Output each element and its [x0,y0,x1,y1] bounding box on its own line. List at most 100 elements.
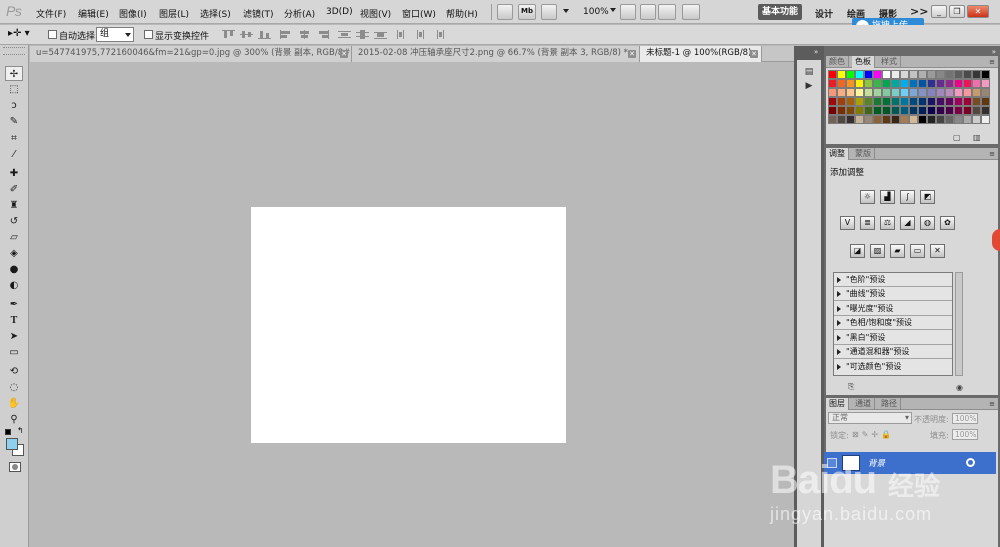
color-swatch[interactable] [918,97,927,106]
preset-item[interactable]: "可选颜色"预设 [834,360,952,374]
view-extras-button[interactable] [541,4,557,20]
color-swatch[interactable] [837,79,846,88]
distribute-right-icon[interactable] [432,30,445,39]
align-top-icon[interactable] [222,30,235,39]
align-hcenter-icon[interactable] [298,30,311,39]
color-swatch[interactable] [864,106,873,115]
menu-file[interactable]: 文件(F) [36,7,66,20]
color-swatch[interactable] [936,97,945,106]
color-swatch[interactable] [900,106,909,115]
panel-menu-icon[interactable]: ≡ [989,400,995,408]
move-tool-icon[interactable]: ✢ [5,66,23,81]
menu-filter[interactable]: 滤镜(T) [243,7,274,20]
color-swatch[interactable] [918,88,927,97]
color-swatch[interactable] [900,115,909,124]
color-swatch[interactable] [855,97,864,106]
color-swatch[interactable] [936,115,945,124]
preset-list-scrollbar[interactable] [955,272,963,376]
color-swatch[interactable] [882,115,891,124]
return-to-list-icon[interactable]: ⎘ [848,382,854,392]
doc-tab[interactable]: 2015-02-08 冲压轴承座尺寸2.png @ 66.7% (背景 副本 3… [352,46,640,62]
pen-tool-icon[interactable]: ✒ [5,297,23,312]
color-swatch[interactable] [981,88,990,97]
tool-preset-picker[interactable]: ▸✛ ▾ [8,28,34,42]
doc-tab[interactable]: u=547741975,772160046&fm=21&gp=0.jpg @ 3… [30,46,352,62]
tab-paths[interactable]: 路径 [878,398,901,410]
panel-menu-icon[interactable]: ≡ [989,150,995,158]
color-swatch[interactable] [954,106,963,115]
color-swatch[interactable] [927,97,936,106]
restore-button[interactable]: ❐ [949,5,965,18]
color-swatch[interactable] [864,79,873,88]
color-swatch[interactable] [936,88,945,97]
color-swatch[interactable] [909,106,918,115]
color-swatch[interactable] [909,79,918,88]
posterize-icon[interactable]: ▨ [870,244,885,258]
color-swatch[interactable] [864,70,873,79]
auto-select-dropdown[interactable]: 组 [96,27,134,42]
color-swatch[interactable] [891,106,900,115]
side-feedback-badge[interactable] [992,229,1000,251]
distribute-vcenter-icon[interactable] [356,30,369,39]
tab-channels[interactable]: 通道 [852,398,875,410]
color-swatch[interactable] [828,88,837,97]
opacity-field[interactable]: 100% [952,413,978,424]
color-swatch[interactable] [909,70,918,79]
swap-colors-icon[interactable]: ↰ [17,426,24,435]
color-swatch[interactable] [828,79,837,88]
doc-tab-active[interactable]: 未标题-1 @ 100%(RGB/8) ✕ [640,46,762,62]
history-panel-icon[interactable]: ▤ [803,66,815,78]
color-swatch[interactable] [918,70,927,79]
brush-tool-icon[interactable]: ✐ [5,182,23,197]
hand-tool-icon[interactable]: ✋ [5,396,23,411]
hand-tool-button[interactable] [620,4,636,20]
color-swatch[interactable] [846,70,855,79]
color-swatch[interactable] [882,88,891,97]
menu-edit[interactable]: 编辑(E) [78,7,109,20]
color-swatch[interactable] [846,88,855,97]
marquee-tool-icon[interactable]: ⬚ [5,82,23,97]
align-left-icon[interactable] [280,30,293,39]
preset-item[interactable]: "色阶"预设 [834,273,952,287]
align-vcenter-icon[interactable] [240,30,253,39]
preset-item[interactable]: "通道混和器"预设 [834,345,952,359]
color-swatch[interactable] [900,70,909,79]
exposure-icon[interactable]: ◩ [920,190,935,204]
clone-stamp-tool-icon[interactable]: ♜ [5,198,23,213]
black-white-icon[interactable]: ◢ [900,216,915,230]
color-swatch[interactable] [918,79,927,88]
healing-brush-tool-icon[interactable]: ✚ [5,166,23,181]
color-swatch[interactable] [891,79,900,88]
color-swatch[interactable] [945,106,954,115]
color-swatch[interactable] [945,88,954,97]
hue-saturation-icon[interactable]: ≣ [860,216,875,230]
minimize-button[interactable]: _ [931,5,947,18]
history-brush-tool-icon[interactable]: ↺ [5,214,23,229]
color-swatch[interactable] [954,70,963,79]
channel-mixer-icon[interactable]: ✿ [940,216,955,230]
align-bottom-icon[interactable] [258,30,271,39]
color-swatch[interactable] [846,106,855,115]
color-swatch[interactable] [873,79,882,88]
arrange-documents-button[interactable] [658,4,676,20]
actions-panel-icon[interactable]: ▶ [803,80,815,92]
zoom-tool-icon[interactable]: ⚲ [5,412,23,427]
menu-3d[interactable]: 3D(D) [326,7,353,17]
color-swatch[interactable] [963,106,972,115]
distribute-bottom-icon[interactable] [374,30,387,39]
color-swatch[interactable] [981,97,990,106]
color-swatch[interactable] [927,70,936,79]
blur-tool-icon[interactable]: ● [5,262,23,277]
eraser-tool-icon[interactable]: ▱ [5,230,23,245]
show-transform-checkbox[interactable] [144,30,153,39]
color-swatch[interactable] [864,115,873,124]
color-swatch[interactable] [963,70,972,79]
3d-rotate-tool-icon[interactable]: ⟲ [5,364,23,379]
color-swatch[interactable] [927,79,936,88]
color-swatch[interactable] [963,115,972,124]
panel-menu-icon[interactable]: ≡ [989,58,995,66]
quick-select-tool-icon[interactable]: ✎ [5,114,23,129]
color-swatch[interactable] [882,97,891,106]
color-swatch[interactable] [828,70,837,79]
color-swatch[interactable] [918,115,927,124]
